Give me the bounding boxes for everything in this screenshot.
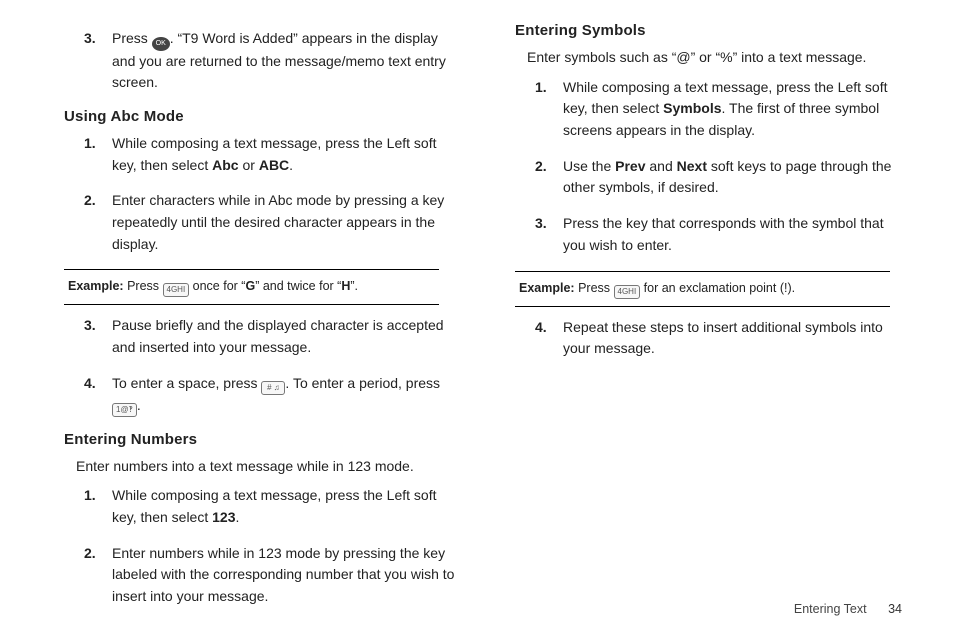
text: To enter a space, press <box>112 375 261 391</box>
heading-abc-mode: Using Abc Mode <box>64 108 455 125</box>
text: ”. <box>350 279 358 293</box>
step-number: 1. <box>535 77 563 142</box>
step-number: 4. <box>535 317 563 360</box>
bold-abc: Abc <box>212 157 238 173</box>
text: While composing a text message, press th… <box>112 487 437 525</box>
ok-key-icon: OK <box>152 37 170 51</box>
step-num-2: 2. Enter numbers while in 123 mode by pr… <box>84 543 455 608</box>
right-column: Entering Symbols Enter symbols such as “… <box>499 22 906 622</box>
text: once for “ <box>189 279 245 293</box>
heading-numbers: Entering Numbers <box>64 431 455 448</box>
step-sym-1: 1. While composing a text message, press… <box>535 77 906 142</box>
step-sym-2: 2. Use the Prev and Next soft keys to pa… <box>535 156 906 199</box>
text: ” and twice for “ <box>255 279 341 293</box>
page-footer: Entering Text 34 <box>794 602 902 616</box>
example-abc: Example: Press 4GHI once for “G” and twi… <box>64 269 439 305</box>
step-number: 3. <box>84 315 112 358</box>
step-number: 2. <box>535 156 563 199</box>
bold-prev: Prev <box>615 158 645 174</box>
bold-123: 123 <box>212 509 235 525</box>
text: . <box>236 509 240 525</box>
hash-key-icon: # ♫ <box>261 381 285 395</box>
text: Press <box>124 279 163 293</box>
step-abc-3: 3. Pause briefly and the displayed chara… <box>84 315 455 358</box>
step-body: While composing a text message, press th… <box>563 77 906 142</box>
example-label: Example: <box>519 281 575 295</box>
text: or <box>239 157 259 173</box>
step-body: Repeat these steps to insert additional … <box>563 317 906 360</box>
bold-next: Next <box>677 158 707 174</box>
bold-abc-upper: ABC <box>259 157 289 173</box>
one-key-icon: 1@‽ <box>112 403 137 417</box>
bold-g: G <box>245 279 255 293</box>
numbers-intro: Enter numbers into a text message while … <box>76 456 455 478</box>
page-number: 34 <box>888 602 902 616</box>
step-body: Pause briefly and the displayed characte… <box>112 315 455 358</box>
manual-page: 3. Press OK. “T9 Word is Added” appears … <box>0 0 954 636</box>
step-t9-3: 3. Press OK. “T9 Word is Added” appears … <box>84 28 455 94</box>
text: Press <box>575 281 614 295</box>
step-abc-2: 2. Enter characters while in Abc mode by… <box>84 190 455 255</box>
step-body: While composing a text message, press th… <box>112 133 455 176</box>
text: . To enter a period, press <box>285 375 440 391</box>
step-body: While composing a text message, press th… <box>112 485 455 528</box>
symbols-intro: Enter symbols such as “@” or “%” into a … <box>527 47 906 69</box>
key-4-icon: 4GHI <box>163 283 190 297</box>
section-name: Entering Text <box>794 602 867 616</box>
step-body: Enter numbers while in 123 mode by press… <box>112 543 455 608</box>
step-number: 1. <box>84 485 112 528</box>
columns: 3. Press OK. “T9 Word is Added” appears … <box>48 22 906 622</box>
step-sym-3: 3. Press the key that corresponds with t… <box>535 213 906 256</box>
step-number: 3. <box>535 213 563 256</box>
step-body: Press OK. “T9 Word is Added” appears in … <box>112 28 455 94</box>
text: and <box>646 158 677 174</box>
step-body: To enter a space, press # ♫. To enter a … <box>112 373 455 417</box>
step-number: 3. <box>84 28 112 94</box>
key-4-icon: 4GHI <box>614 285 641 299</box>
step-body: Use the Prev and Next soft keys to page … <box>563 156 906 199</box>
step-body: Press the key that corresponds with the … <box>563 213 906 256</box>
step-num-1: 1. While composing a text message, press… <box>84 485 455 528</box>
bold-symbols: Symbols <box>663 100 721 116</box>
heading-symbols: Entering Symbols <box>515 22 906 39</box>
left-column: 3. Press OK. “T9 Word is Added” appears … <box>48 22 455 622</box>
step-number: 4. <box>84 373 112 417</box>
step-number: 2. <box>84 190 112 255</box>
text: Use the <box>563 158 615 174</box>
text: for an exclamation point (!). <box>640 281 795 295</box>
text: . <box>289 157 293 173</box>
step-body: Enter characters while in Abc mode by pr… <box>112 190 455 255</box>
step-abc-4: 4. To enter a space, press # ♫. To enter… <box>84 373 455 417</box>
bold-h: H <box>341 279 350 293</box>
text: . <box>137 397 141 413</box>
step-number: 2. <box>84 543 112 608</box>
text: Press <box>112 30 152 46</box>
example-label: Example: <box>68 279 124 293</box>
step-sym-4: 4. Repeat these steps to insert addition… <box>535 317 906 360</box>
step-number: 1. <box>84 133 112 176</box>
example-symbols: Example: Press 4GHI for an exclamation p… <box>515 271 890 307</box>
step-abc-1: 1. While composing a text message, press… <box>84 133 455 176</box>
